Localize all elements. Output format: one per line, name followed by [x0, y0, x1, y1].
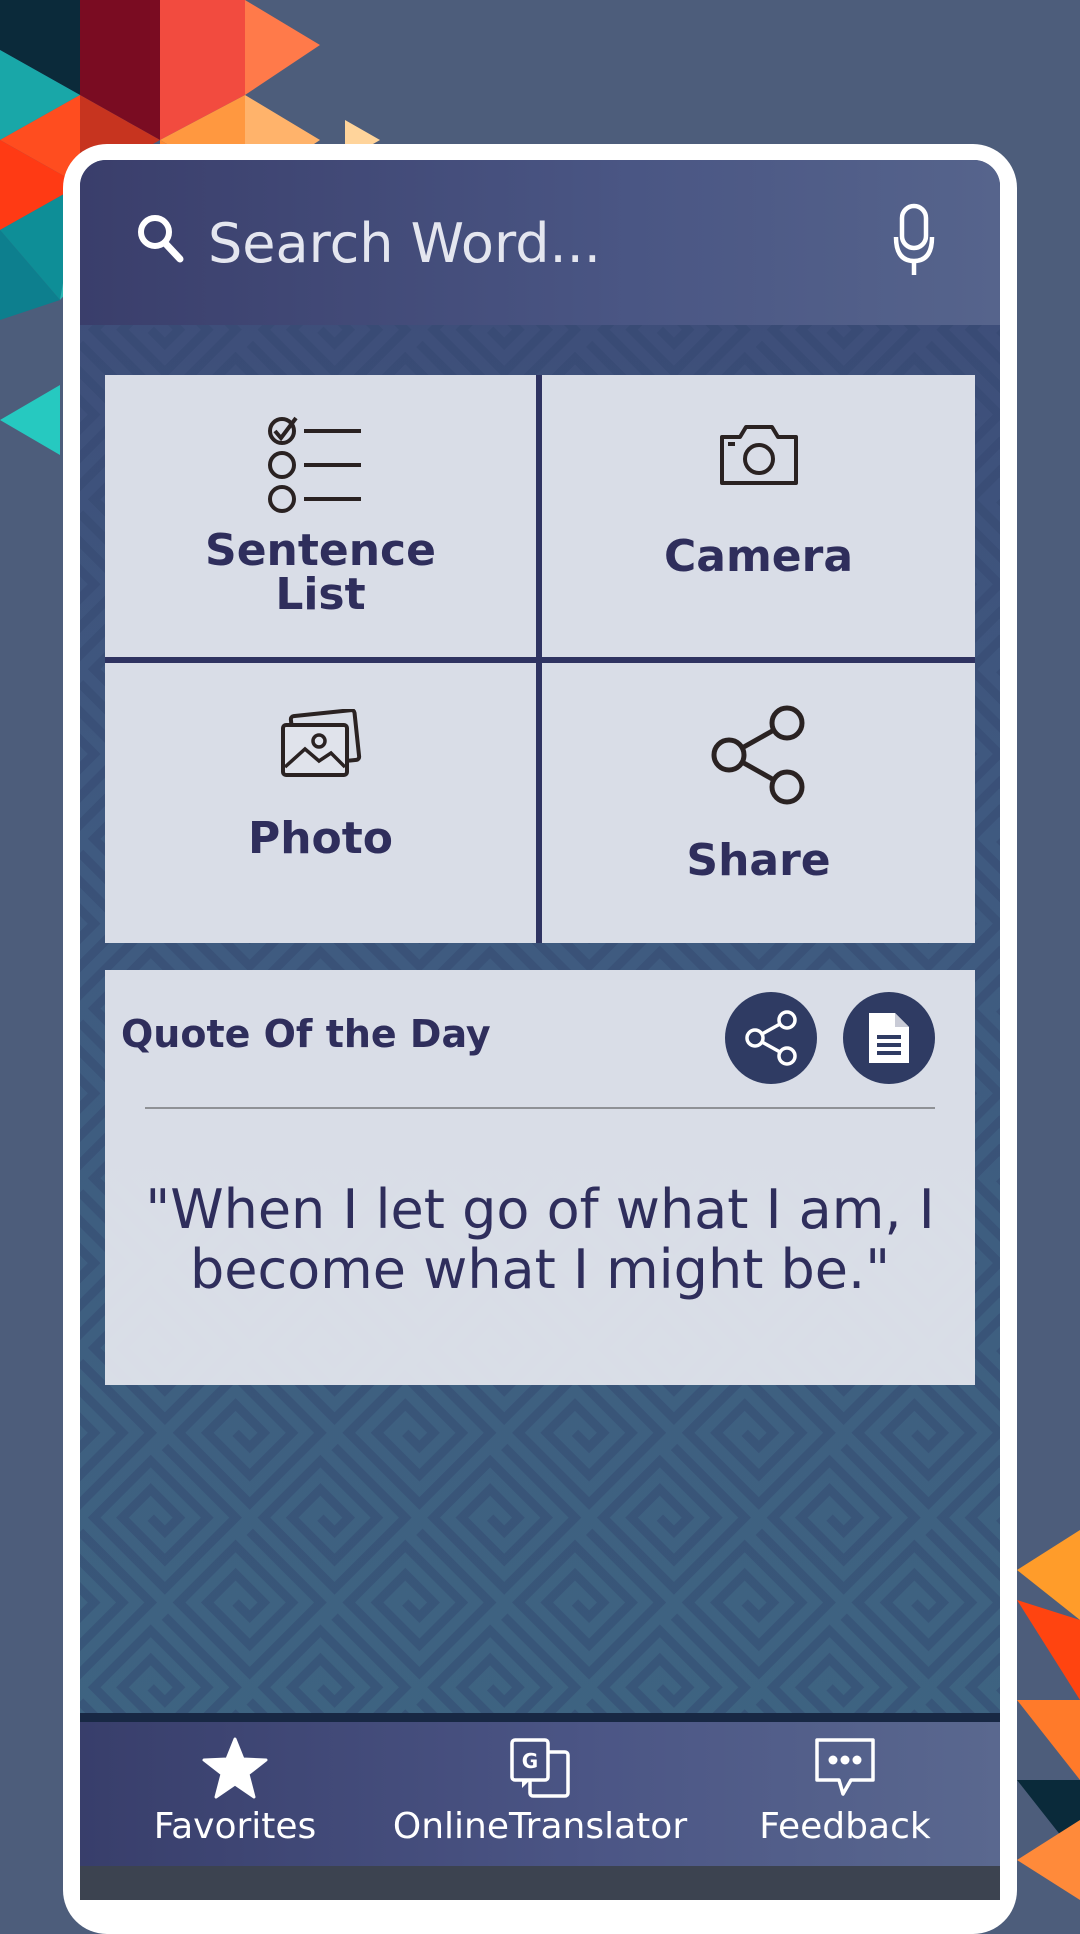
quote-title: Quote Of the Day — [121, 1012, 491, 1056]
share-button[interactable]: Share — [542, 663, 975, 943]
nav-favorites[interactable]: Favorites — [120, 1722, 350, 1866]
sentence-list-label-line1: Sentence — [205, 525, 436, 576]
document-icon — [869, 1013, 909, 1063]
camera-icon — [719, 425, 798, 485]
quote-text: "When I let go of what I am, I become wh… — [145, 1178, 935, 1301]
quote-divider — [145, 1107, 935, 1109]
app-screen: Sentence List Camera Photo — [80, 160, 1000, 1900]
checklist-icon — [267, 416, 361, 513]
search-icon[interactable] — [135, 210, 187, 270]
photo-button[interactable]: Photo — [105, 663, 536, 943]
nav-favorites-label: Favorites — [153, 1806, 317, 1847]
quote-share-button[interactable] — [725, 992, 817, 1084]
grid-divider-horizontal — [105, 657, 975, 663]
share-label: Share — [686, 835, 831, 886]
chat-bubble-icon — [815, 1738, 875, 1796]
photo-icon — [280, 709, 361, 777]
quote-copy-button[interactable] — [843, 992, 935, 1084]
sentence-list-label-line2: List — [275, 569, 366, 620]
nav-feedback-label: Feedback — [759, 1806, 931, 1847]
camera-label: Camera — [663, 531, 854, 582]
quote-of-the-day-card: Quote Of the Day "When I let go of what … — [105, 970, 975, 1385]
nav-online-translator-label: OnlineTranslator — [392, 1806, 688, 1847]
sentence-list-label: Sentence List — [205, 529, 436, 617]
svg-text:G: G — [522, 1749, 538, 1773]
bottom-bar-divider — [80, 1713, 1000, 1722]
share-icon — [711, 705, 804, 805]
photo-label: Photo — [247, 813, 394, 864]
star-icon — [202, 1737, 268, 1799]
bottom-navigation: Favorites G OnlineTranslator Feedback — [80, 1722, 1000, 1866]
nav-feedback[interactable]: Feedback — [725, 1722, 965, 1866]
sentence-list-button[interactable]: Sentence List — [105, 375, 536, 657]
share-icon — [745, 1010, 797, 1066]
translate-icon: G — [510, 1738, 570, 1798]
feature-grid: Sentence List Camera Photo Share — [105, 375, 975, 943]
nav-online-translator[interactable]: G OnlineTranslator — [390, 1722, 690, 1866]
system-bar-strip — [80, 1866, 1000, 1900]
camera-button[interactable]: Camera — [542, 375, 975, 657]
search-input[interactable] — [208, 198, 768, 288]
search-bar — [80, 160, 1000, 325]
microphone-icon[interactable] — [892, 203, 936, 279]
